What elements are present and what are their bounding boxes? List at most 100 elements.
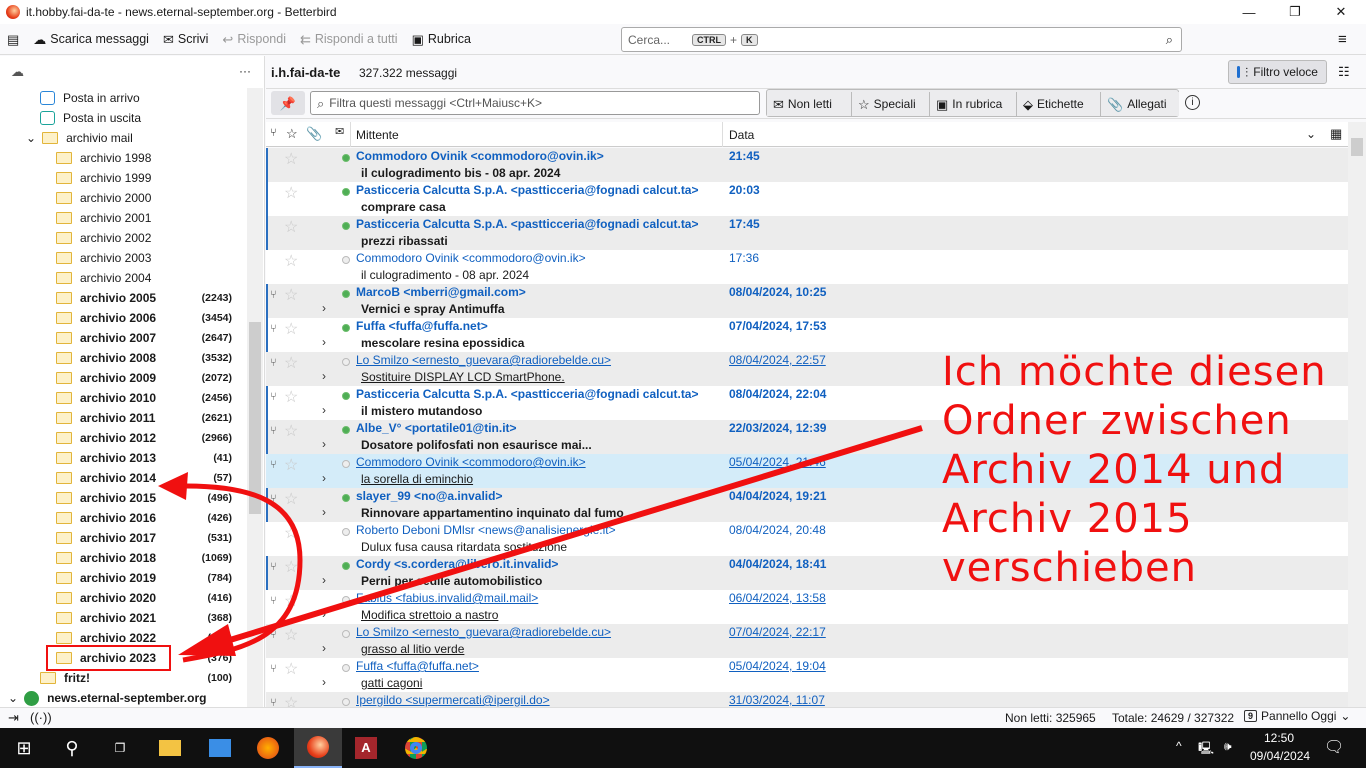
folder-item[interactable]: archivio 2009 (2072) [0,368,246,388]
expand-thread-chevron-icon[interactable]: › [322,403,326,417]
message-row[interactable]: ⑂ › ☆ slayer_99 <no@a.invalid> Rinnovare app… [266,488,1348,522]
folder-item[interactable]: archivio 2004 [0,268,246,288]
read-status-dot-icon[interactable] [342,630,350,638]
folder-item[interactable]: archivio 2000 [0,188,246,208]
read-status-dot-icon[interactable] [342,222,350,230]
folder-item[interactable]: fritz! (100) [0,668,246,688]
read-status-dot-icon[interactable] [342,596,350,604]
message-row[interactable]: ☆ Commodoro Ovinik <commodoro@ovin.ik> il … [266,148,1348,182]
online-status-icon[interactable]: ((·)) [30,711,52,724]
column-date[interactable]: Data [722,122,1322,147]
read-status-dot-icon[interactable] [342,392,350,400]
folder-scrollbar-thumb[interactable] [249,322,261,514]
folder-item[interactable]: archivio 2003 [0,248,246,268]
star-icon[interactable]: ☆ [284,489,298,509]
folder-item[interactable]: archivio 2007 (2647) [0,328,246,348]
message-row[interactable]: ⑂ › ☆ Albe_V° <portatile01@tin.it> Dosatore … [266,420,1348,454]
info-icon[interactable]: i [1185,95,1200,110]
quick-filter-button[interactable]: ⫶ Filtro veloce [1228,60,1327,84]
folder-item[interactable]: archivio 2016 (426) [0,508,246,528]
folder-item[interactable]: archivio 2023 (376) [0,648,246,668]
expand-thread-chevron-icon[interactable]: › [322,369,326,383]
scrollbar-thumb[interactable] [1351,138,1363,156]
folder-item[interactable]: archivio 2005 (2243) [0,288,246,308]
message-row[interactable]: ☆ Pasticceria Calcutta S.p.A. <pastticcer… [266,216,1348,250]
folder-item[interactable]: archivio 2019 (784) [0,568,246,588]
message-row[interactable]: ⑂ › ☆ Commodoro Ovinik <commodoro@ovin.ik> l… [266,454,1348,488]
star-icon[interactable]: ☆ [284,659,298,679]
message-row[interactable]: ⑂ › ☆ Fabius <fabius.invalid@mail.mail> Modi… [266,590,1348,624]
filter-tags-button[interactable]: ⬙ Etichette [1017,92,1101,116]
read-status-dot-icon[interactable] [342,188,350,196]
chevron-down-icon[interactable]: ⌄ [26,131,36,145]
message-row[interactable]: ⑂ › ☆ Fuffa <fuffa@fuffa.net> mescolare resi… [266,318,1348,352]
reply-button[interactable]: ↩ Rispondi [215,26,293,52]
task-view-button[interactable]: ❐ [96,728,144,768]
taskbar-search-button[interactable]: ⚲ [48,728,96,768]
expand-thread-chevron-icon[interactable]: › [322,675,326,689]
read-status-column-icon[interactable]: ✉ [335,127,344,138]
expand-thread-chevron-icon[interactable]: › [322,505,326,519]
message-row[interactable]: ☆ Pasticceria Calcutta S.p.A. <pastticcer… [266,182,1348,216]
folder-pane-toggle-button[interactable]: ▤ [0,26,26,52]
thread-column-icon[interactable]: ⑂ [270,128,277,139]
address-book-button[interactable]: ▣ Rubrica [405,26,478,52]
filter-contacts-button[interactable]: ▣ In rubrica [930,92,1017,116]
folder-item[interactable]: ⌄ archivio mail [0,128,246,148]
taskbar-file-explorer[interactable] [146,728,194,768]
folder-item[interactable]: archivio 1999 [0,168,246,188]
star-icon[interactable]: ☆ [284,625,298,645]
folder-item[interactable]: archivio 2010 (2456) [0,388,246,408]
message-row[interactable]: ⑂ › ☆ MarcoB <mberri@gmail.com> Vernici e sp… [266,284,1348,318]
taskbar-firefox[interactable] [244,728,292,768]
folder-item[interactable]: archivio 2011 (2621) [0,408,246,428]
sticky-filter-pin-button[interactable]: 📌 [271,91,305,115]
expand-thread-chevron-icon[interactable]: › [322,437,326,451]
folder-item[interactable]: archivio 2015 (496) [0,488,246,508]
folder-item[interactable]: archivio 2021 (368) [0,608,246,628]
expand-thread-chevron-icon[interactable]: › [322,607,326,621]
star-icon[interactable]: ☆ [284,149,298,169]
star-icon[interactable]: ☆ [284,523,298,543]
star-icon[interactable]: ☆ [284,557,298,577]
column-from[interactable]: Mittente [350,122,722,147]
taskbar-app-window[interactable] [196,728,244,768]
folder-item[interactable]: ⌄ news.eternal-september.org [0,688,246,707]
expand-thread-chevron-icon[interactable]: › [322,335,326,349]
star-icon[interactable]: ☆ [284,251,298,271]
star-icon[interactable]: ☆ [284,421,298,441]
folder-item[interactable]: archivio 2008 (3532) [0,348,246,368]
message-list-scrollbar[interactable] [1348,122,1366,707]
app-menu-icon[interactable]: ≡ [1338,32,1347,47]
folder-item[interactable]: archivio 2013 (41) [0,448,246,468]
read-status-dot-icon[interactable] [342,154,350,162]
star-icon[interactable]: ☆ [284,217,298,237]
network-icon[interactable]: 🖳 [1198,739,1214,760]
notifications-icon[interactable]: 🗨 [1324,737,1344,757]
folder-item[interactable]: archivio 2002 [0,228,246,248]
write-button[interactable]: ✉ Scrivi [156,26,215,52]
star-icon[interactable]: ☆ [284,693,298,707]
read-status-dot-icon[interactable] [342,664,350,672]
folder-item[interactable]: Posta in arrivo [0,88,246,108]
tray-chevron-icon[interactable]: ^ [1176,739,1182,753]
display-options-icon[interactable]: ☷ [1338,65,1350,78]
read-status-dot-icon[interactable] [342,290,350,298]
column-picker-icon[interactable]: ▦ [1330,127,1342,140]
folder-item[interactable]: Posta in uscita [0,108,246,128]
filter-unread-button[interactable]: ✉ Non letti [767,92,852,116]
star-icon[interactable]: ☆ [284,183,298,203]
read-status-dot-icon[interactable] [342,562,350,570]
global-search-input[interactable]: Cerca... CTRL + K ⌕ [621,27,1182,52]
read-status-dot-icon[interactable] [342,256,350,264]
filter-attachments-button[interactable]: 📎 Allegati [1101,92,1179,116]
clock-date[interactable]: 09/04/2024 [1250,749,1310,763]
today-pane-button[interactable]: 9 Pannello Oggi ⌄ [1244,709,1350,723]
read-status-dot-icon[interactable] [342,460,350,468]
read-status-dot-icon[interactable] [342,494,350,502]
folder-pane-more-button[interactable]: ··· [239,64,251,78]
chevron-down-icon[interactable]: ⌄ [8,691,18,705]
read-status-dot-icon[interactable] [342,324,350,332]
read-status-dot-icon[interactable] [342,358,350,366]
folder-item[interactable]: archivio 2014 (57) [0,468,246,488]
